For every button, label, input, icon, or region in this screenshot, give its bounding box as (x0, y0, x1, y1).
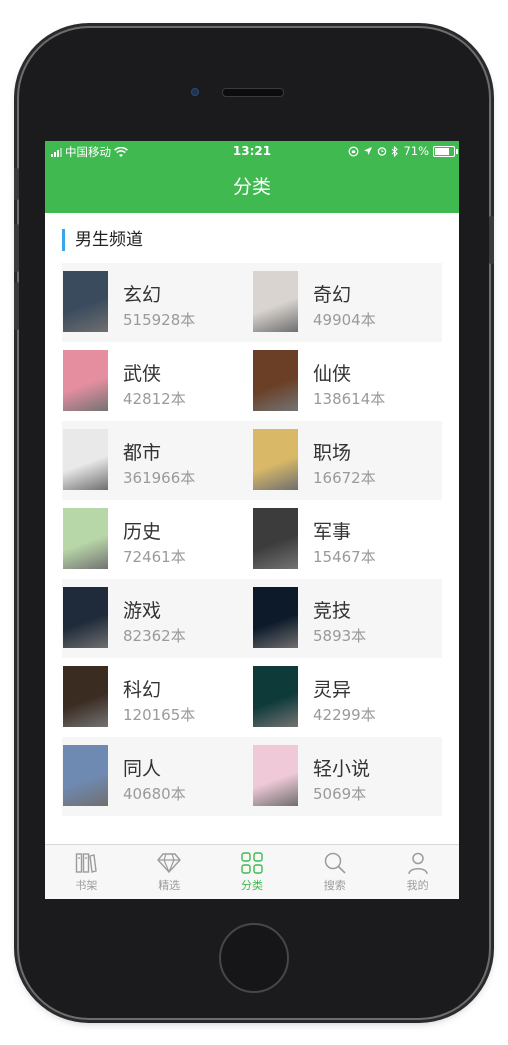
category-count: 15467本 (313, 548, 376, 566)
tab-bar: 书架 精选 分类 搜索 我的 (45, 844, 459, 899)
category-count: 138614本 (313, 390, 386, 408)
tab-bookshelf[interactable]: 书架 (45, 845, 128, 899)
category-item[interactable]: 轻小说 5069本 (252, 737, 442, 816)
tab-label: 我的 (406, 879, 429, 892)
bluetooth-icon (392, 145, 399, 157)
category-item[interactable]: 科幻 120165本 (62, 658, 252, 737)
category-count: 72461本 (123, 548, 186, 566)
category-count: 40680本 (123, 785, 186, 803)
category-count: 515928本 (123, 311, 196, 329)
category-count: 42299本 (313, 706, 376, 724)
category-row: 玄幻 515928本 奇幻 49904本 (62, 263, 442, 342)
category-count: 5893本 (313, 627, 367, 645)
volume-down-button (14, 282, 19, 330)
bookshelf-icon (45, 851, 128, 875)
category-row: 同人 40680本 轻小说 5069本 (62, 737, 442, 816)
book-cover-image (253, 508, 298, 569)
category-name: 职场 (313, 442, 352, 464)
tab-diamond[interactable]: 精选 (128, 845, 211, 899)
category-count: 361966本 (123, 469, 196, 487)
status-right: 71% (348, 144, 458, 158)
category-item[interactable]: 历史 72461本 (62, 500, 252, 579)
tab-label: 分类 (240, 879, 263, 892)
tab-label: 精选 (158, 879, 181, 892)
orientation-lock-icon (348, 146, 359, 156)
tab-category-grid[interactable]: 分类 (211, 845, 294, 899)
category-name: 轻小说 (313, 758, 371, 780)
tab-label: 搜索 (323, 879, 346, 892)
category-grid-icon (211, 851, 294, 875)
page-title: 分类 (45, 161, 459, 213)
category-name: 仙侠 (313, 363, 352, 385)
category-name: 游戏 (123, 600, 162, 622)
book-cover-image (253, 429, 298, 490)
book-cover-image (253, 587, 298, 648)
category-count: 120165本 (123, 706, 196, 724)
category-item[interactable]: 军事 15467本 (252, 500, 442, 579)
alarm-icon (378, 147, 387, 156)
category-item[interactable]: 武侠 42812本 (62, 342, 252, 421)
category-grid: 玄幻 515928本 奇幻 49904本武侠 42812本 仙侠 138614本都市 3619… (62, 263, 442, 816)
book-cover-image (63, 666, 108, 727)
book-cover-image (253, 666, 298, 727)
category-item[interactable]: 仙侠 138614本 (252, 342, 442, 421)
category-name: 科幻 (123, 679, 162, 701)
battery-percent: 71% (403, 144, 429, 158)
category-count: 49904本 (313, 311, 376, 329)
category-row: 都市 361966本 职场 16672本 (62, 421, 442, 500)
category-name: 灵异 (313, 679, 352, 701)
category-count: 42812本 (123, 390, 186, 408)
category-row: 游戏 82362本 竞技 5893本 (62, 579, 442, 658)
diamond-icon (128, 851, 211, 875)
category-name: 都市 (123, 442, 162, 464)
section-title: 男生频道 (62, 229, 143, 251)
tab-search[interactable]: 搜索 (293, 845, 376, 899)
book-cover-image (63, 508, 108, 569)
book-cover-image (63, 745, 108, 806)
category-item[interactable]: 游戏 82362本 (62, 579, 252, 658)
book-cover-image (253, 745, 298, 806)
category-count: 16672本 (313, 469, 376, 487)
category-count: 5069本 (313, 785, 367, 803)
earpiece-speaker (222, 88, 284, 97)
book-cover-image (63, 271, 108, 332)
category-row: 科幻 120165本 灵异 42299本 (62, 658, 442, 737)
category-item[interactable]: 竞技 5893本 (252, 579, 442, 658)
category-name: 玄幻 (123, 284, 162, 306)
category-item[interactable]: 奇幻 49904本 (252, 263, 442, 342)
book-cover-image (253, 271, 298, 332)
battery-icon (433, 145, 458, 157)
category-item[interactable]: 灵异 42299本 (252, 658, 442, 737)
category-item[interactable]: 职场 16672本 (252, 421, 442, 500)
home-button[interactable] (219, 923, 289, 993)
category-count: 82362本 (123, 627, 186, 645)
category-row: 武侠 42812本 仙侠 138614本 (62, 342, 442, 421)
category-item[interactable]: 同人 40680本 (62, 737, 252, 816)
tab-person[interactable]: 我的 (376, 845, 459, 899)
tab-label: 书架 (75, 879, 98, 892)
book-cover-image (63, 429, 108, 490)
book-cover-image (63, 350, 108, 411)
category-name: 军事 (313, 521, 352, 543)
volume-up-button (14, 224, 19, 272)
location-icon (364, 147, 373, 155)
search-icon (293, 851, 376, 875)
category-item[interactable]: 都市 361966本 (62, 421, 252, 500)
mute-switch (14, 168, 19, 200)
person-icon (376, 851, 459, 875)
category-name: 武侠 (123, 363, 162, 385)
app-screen: 中国移动 13:21 71% 分类 男生频道 玄幻 515928本 奇幻 49904本… (45, 141, 459, 899)
book-cover-image (63, 587, 108, 648)
category-name: 竞技 (313, 600, 352, 622)
category-name: 同人 (123, 758, 162, 780)
status-bar: 中国移动 13:21 71% (45, 141, 459, 161)
category-name: 历史 (123, 521, 162, 543)
power-button (489, 216, 494, 264)
book-cover-image (253, 350, 298, 411)
category-row: 历史 72461本 军事 15467本 (62, 500, 442, 579)
front-camera (191, 88, 199, 96)
category-name: 奇幻 (313, 284, 352, 306)
category-item[interactable]: 玄幻 515928本 (62, 263, 252, 342)
